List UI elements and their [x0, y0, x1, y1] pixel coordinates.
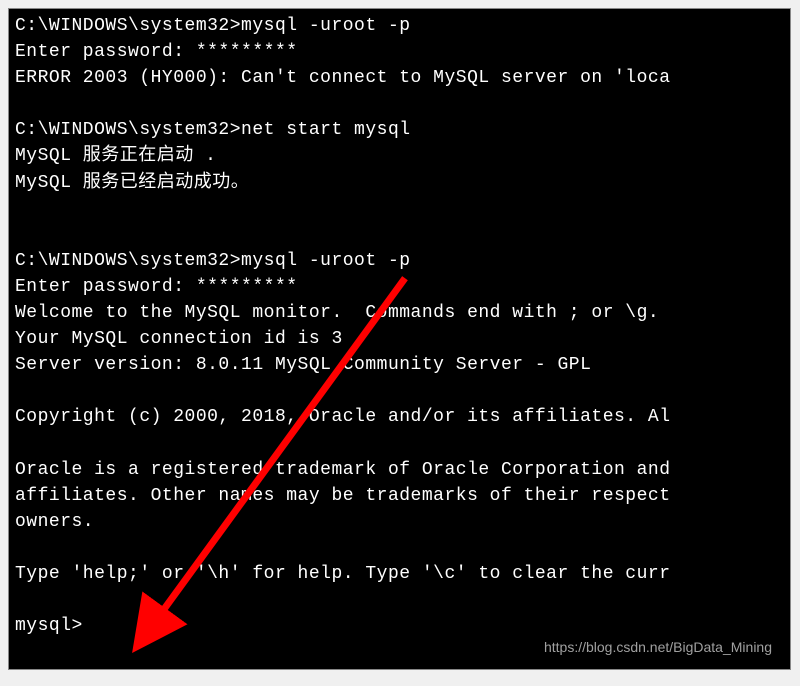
terminal-line: MySQL 服务正在启动 . — [15, 143, 784, 169]
watermark-text: https://blog.csdn.net/BigData_Mining — [544, 637, 772, 657]
terminal-line: Welcome to the MySQL monitor. Commands e… — [15, 300, 784, 326]
terminal-line: Your MySQL connection id is 3 — [15, 326, 784, 352]
terminal-line: mysql> — [15, 613, 784, 639]
terminal-blank-line — [15, 535, 784, 561]
terminal-blank-line — [15, 196, 784, 222]
terminal-line: Server version: 8.0.11 MySQL Community S… — [15, 352, 784, 378]
terminal-blank-line — [15, 431, 784, 457]
terminal-line: owners. — [15, 509, 784, 535]
terminal-line: Copyright (c) 2000, 2018, Oracle and/or … — [15, 404, 784, 430]
terminal-window[interactable]: C:\WINDOWS\system32>mysql -uroot -p Ente… — [8, 8, 791, 670]
terminal-blank-line — [15, 378, 784, 404]
terminal-line: C:\WINDOWS\system32>net start mysql — [15, 117, 784, 143]
terminal-line: C:\WINDOWS\system32>mysql -uroot -p — [15, 13, 784, 39]
terminal-line: ERROR 2003 (HY000): Can't connect to MyS… — [15, 65, 784, 91]
terminal-line: Type 'help;' or '\h' for help. Type '\c'… — [15, 561, 784, 587]
terminal-line: Enter password: ********* — [15, 274, 784, 300]
terminal-blank-line — [15, 91, 784, 117]
terminal-line: MySQL 服务已经启动成功。 — [15, 170, 784, 196]
terminal-line: C:\WINDOWS\system32>mysql -uroot -p — [15, 248, 784, 274]
terminal-line: affiliates. Other names may be trademark… — [15, 483, 784, 509]
terminal-line: Oracle is a registered trademark of Orac… — [15, 457, 784, 483]
terminal-line: Enter password: ********* — [15, 39, 784, 65]
terminal-blank-line — [15, 222, 784, 248]
terminal-blank-line — [15, 587, 784, 613]
